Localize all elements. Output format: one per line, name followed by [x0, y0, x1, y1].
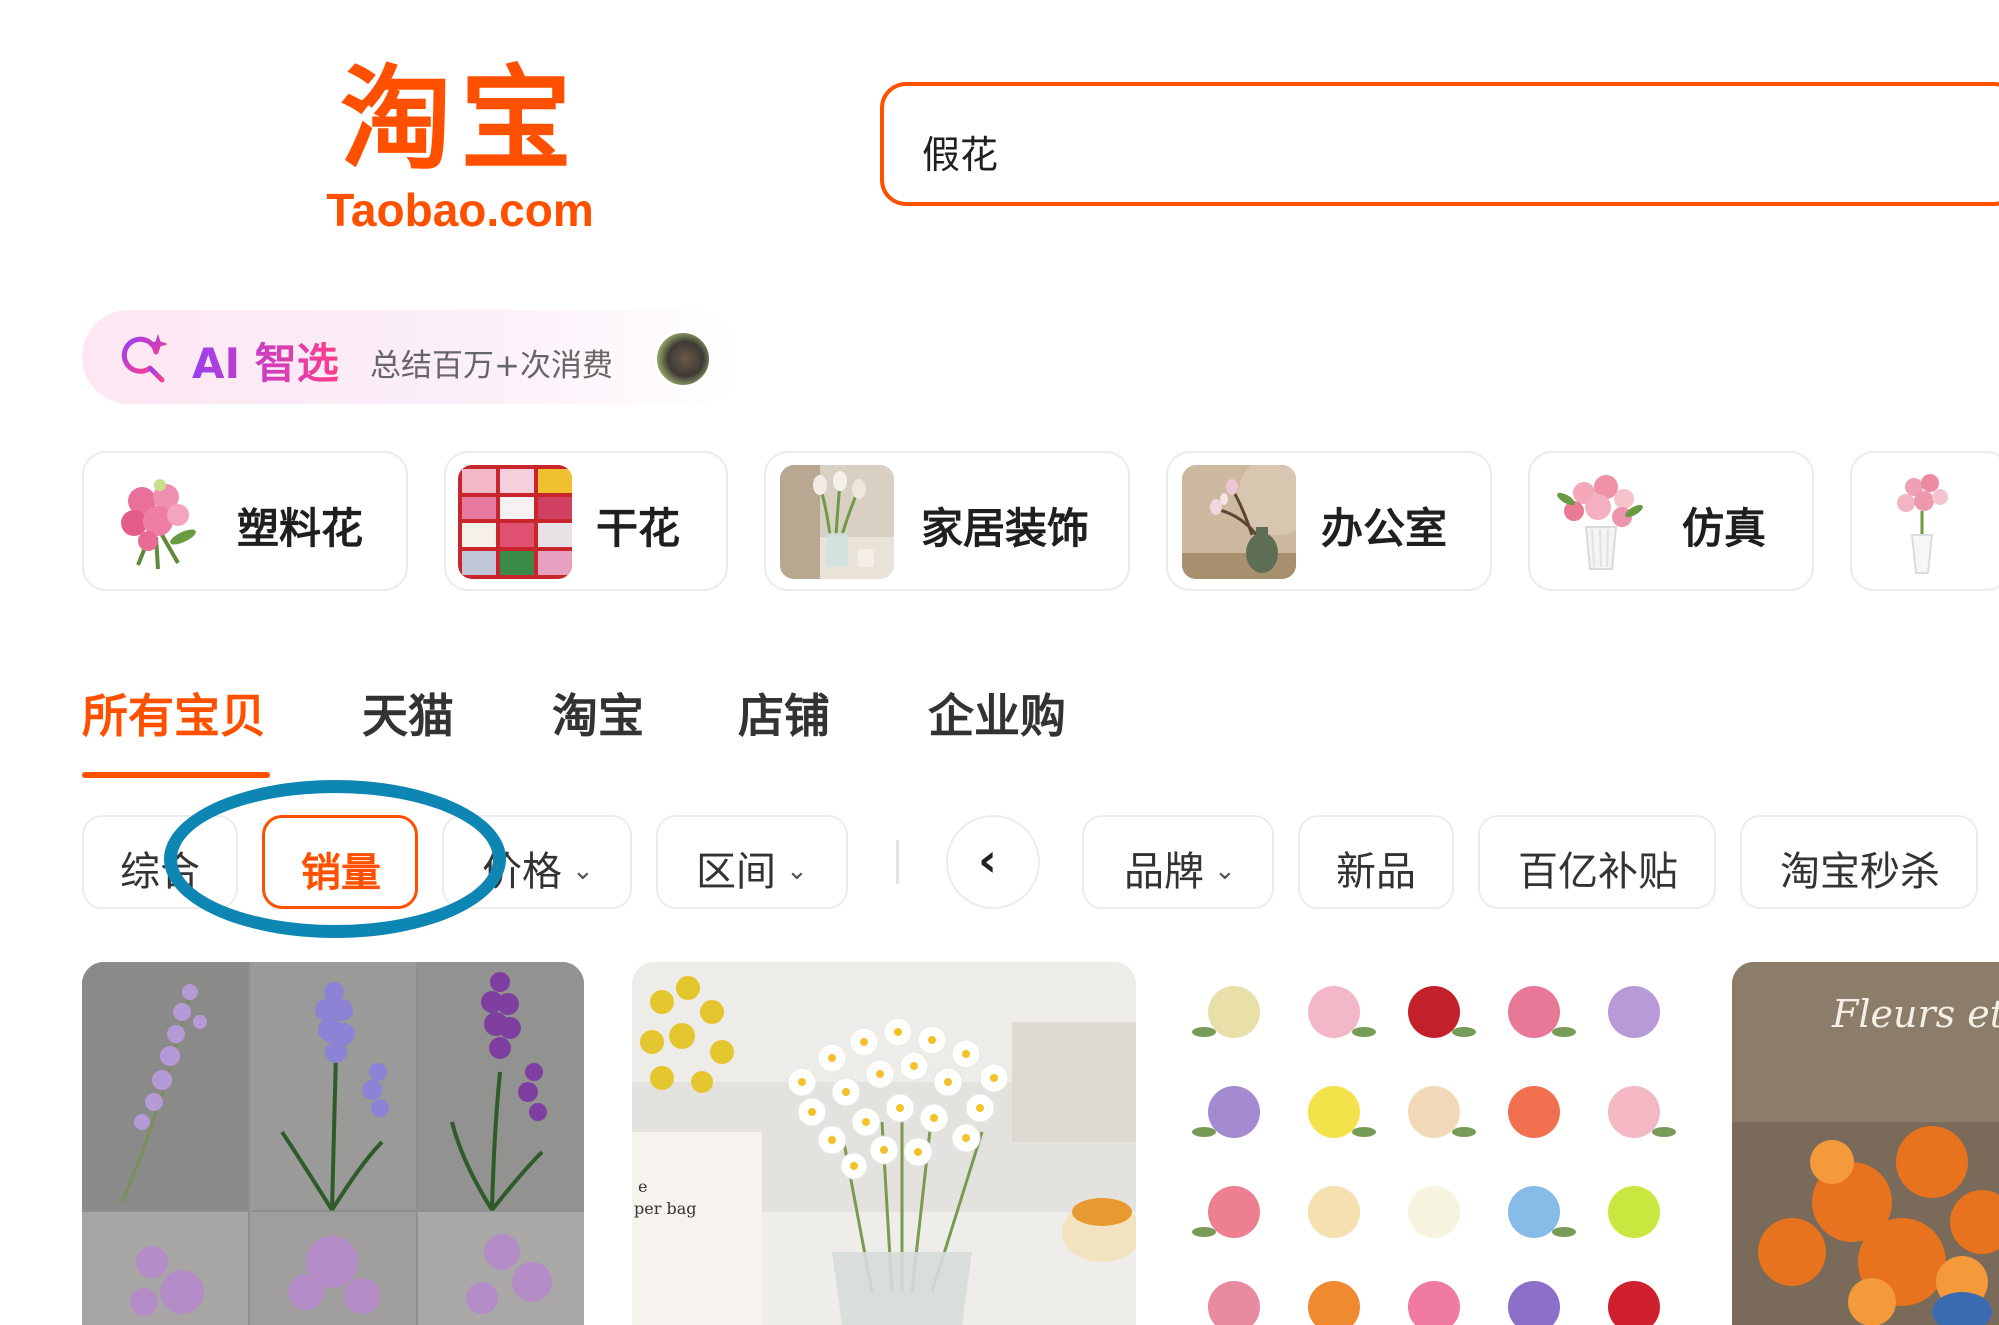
flash-sale-label: 淘宝秒杀: [1780, 849, 1940, 895]
product-overlay-text: Fleurs et d': [1832, 992, 1999, 1036]
pink-flower-vase-thumbnail: [1866, 465, 1980, 579]
category-pill-more[interactable]: [1850, 451, 1999, 591]
brand-filter-dropdown[interactable]: 品牌 ⌄: [1082, 815, 1274, 909]
search-query-text: 假花: [922, 133, 999, 177]
category-pill-office[interactable]: 办公室: [1166, 451, 1492, 591]
category-pill-simulation[interactable]: 仿真: [1528, 451, 1814, 591]
search-input[interactable]: 假花: [880, 82, 1999, 206]
chevron-down-icon: ⌄: [572, 856, 594, 886]
price-range-label: 区间 ⌄: [696, 849, 808, 895]
pink-bouquet-thumbnail: [98, 465, 212, 579]
svg-text:e: e: [638, 1177, 647, 1196]
filter-divider: [896, 840, 899, 884]
ai-select-chip[interactable]: AI 智选 总结百万+次消费: [82, 310, 742, 404]
category-label: 干花: [596, 504, 681, 553]
category-label: 仿真: [1682, 504, 1767, 553]
logo-wordmark: 淘宝: [340, 55, 580, 185]
new-items-filter[interactable]: 新品: [1298, 815, 1454, 909]
purple-hyacinth-grid: [82, 962, 584, 1325]
category-pill-plastic-flower[interactable]: 塑料花: [82, 451, 408, 591]
category-label: 塑料花: [237, 504, 364, 553]
product-card[interactable]: [82, 962, 584, 1325]
taobao-logo[interactable]: 淘宝 Taobao.com: [300, 55, 620, 245]
highlight-ring-annotation: [164, 780, 506, 938]
brand-filter-label: 品牌 ⌄: [1124, 849, 1236, 895]
magnolia-vase-thumbnail: [1182, 465, 1296, 579]
white-daisy-vase: e per bag: [632, 962, 1136, 1325]
subsidy-filter[interactable]: 百亿补贴: [1478, 815, 1716, 909]
product-card[interactable]: Fleurs et d': [1732, 962, 1999, 1325]
ai-avatar: [654, 330, 712, 388]
tab-shops[interactable]: 店铺: [738, 680, 830, 746]
flash-sale-filter[interactable]: 淘宝秒杀: [1740, 815, 1978, 909]
tab-tmall[interactable]: 天猫: [362, 680, 454, 746]
ai-select-label: AI 智选: [192, 330, 339, 391]
scroll-left-button[interactable]: ‹: [946, 815, 1040, 909]
chevron-down-icon: ⌄: [786, 856, 808, 886]
chevron-left-icon: ‹: [978, 833, 997, 887]
tab-all-items[interactable]: 所有宝贝: [82, 680, 266, 746]
tab-taobao[interactable]: 淘宝: [552, 680, 644, 746]
category-label: 家居装饰: [921, 504, 1090, 553]
price-range-dropdown[interactable]: 区间 ⌄: [656, 815, 848, 909]
category-label: 办公室: [1321, 504, 1448, 553]
subsidy-label: 百亿补贴: [1518, 849, 1678, 895]
category-pill-dried-flower[interactable]: 干花: [444, 451, 728, 591]
new-items-label: 新品: [1336, 849, 1416, 895]
product-card[interactable]: e per bag: [632, 962, 1136, 1325]
flower-grid-thumbnail: [458, 465, 572, 579]
ai-select-description: 总结百万+次消费: [370, 348, 613, 384]
chevron-down-icon: ⌄: [1214, 856, 1236, 886]
logo-domain: Taobao.com: [326, 184, 594, 236]
tab-enterprise[interactable]: 企业购: [928, 680, 1066, 746]
active-tab-indicator: [82, 772, 270, 778]
tulip-vase-thumbnail: [780, 465, 894, 579]
category-pill-home-decor[interactable]: 家居装饰: [764, 451, 1130, 591]
ai-search-sparkle-icon: [121, 334, 168, 383]
rose-bouquet-color-grid: [1184, 962, 1686, 1325]
product-card[interactable]: [1184, 962, 1686, 1325]
rose-vase-thumbnail: [1544, 465, 1658, 579]
svg-text:per bag: per bag: [634, 1199, 696, 1218]
